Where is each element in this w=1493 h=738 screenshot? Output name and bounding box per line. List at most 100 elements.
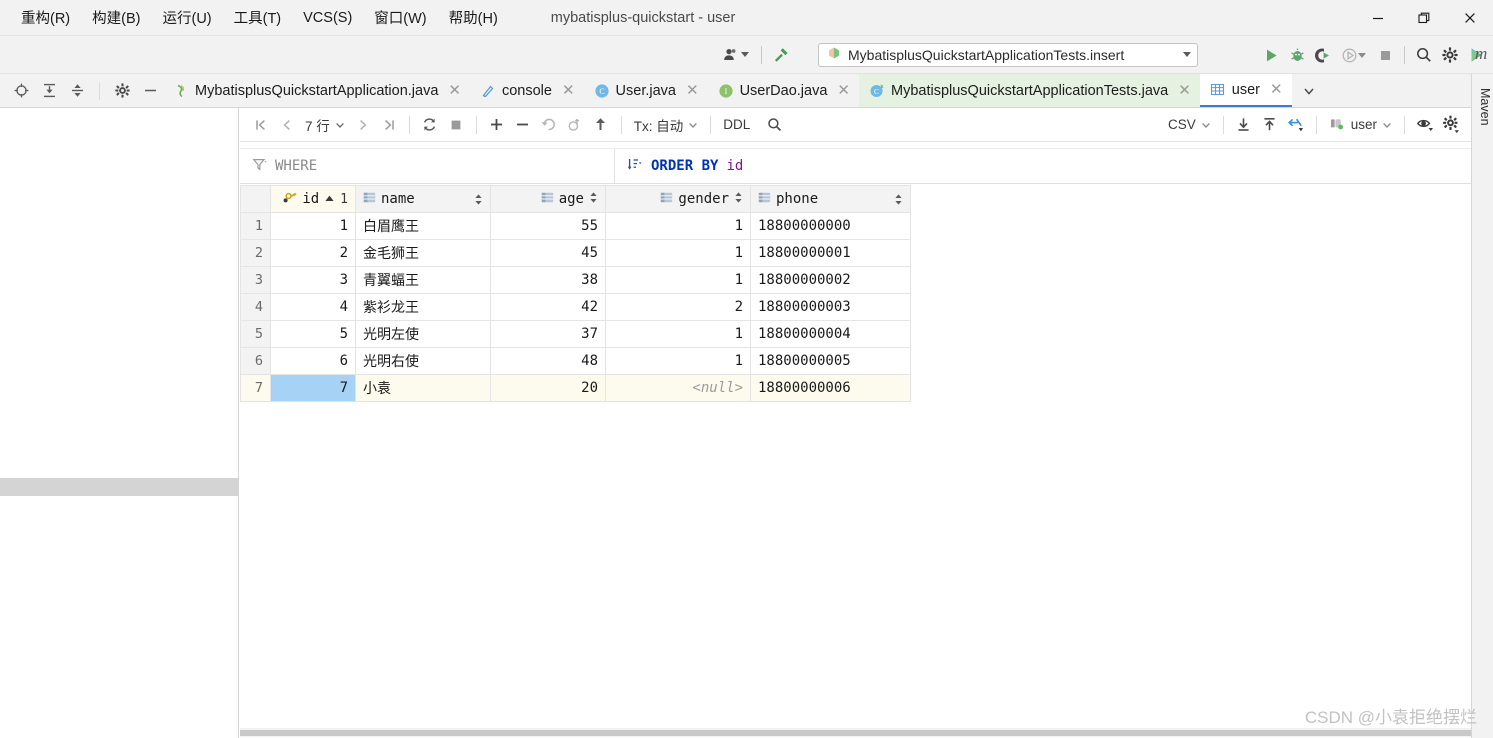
sort-icon[interactable]: [627, 157, 643, 176]
cell-name[interactable]: 光明右使: [355, 347, 491, 375]
hide-panel-icon[interactable]: [137, 78, 163, 104]
search-icon[interactable]: [761, 112, 787, 138]
cell-phone[interactable]: 18800000006: [750, 374, 911, 402]
menu-item-vcs[interactable]: VCS(S): [292, 6, 363, 30]
db-session-selector[interactable]: user: [1324, 112, 1397, 138]
tab-console[interactable]: console ✕: [470, 74, 584, 107]
sidebar-item-maven[interactable]: Maven: [1474, 88, 1492, 126]
cell-id[interactable]: 4: [270, 293, 356, 321]
maximize-button[interactable]: [1401, 0, 1447, 36]
export-data-icon[interactable]: [1231, 112, 1257, 138]
tab-user-table[interactable]: user ✕: [1199, 74, 1292, 107]
sort-toggle-icon[interactable]: [589, 191, 598, 208]
cell-gender[interactable]: 1: [605, 320, 751, 348]
cell-gender[interactable]: 1: [605, 239, 751, 267]
scrollbar-thumb[interactable]: [240, 730, 1471, 736]
next-page-icon[interactable]: [350, 112, 376, 138]
sort-toggle-icon[interactable]: [734, 191, 743, 208]
table-row[interactable]: 2 2 金毛狮王 45 1 18800000001: [240, 239, 911, 267]
run-with-coverage-icon[interactable]: [1310, 42, 1336, 68]
debug-icon[interactable]: [1284, 42, 1310, 68]
jump-to-console-icon[interactable]: [1283, 112, 1309, 138]
menu-item-window[interactable]: 窗口(W): [363, 3, 437, 32]
close-icon[interactable]: ✕: [562, 83, 575, 98]
tab-mybatisplus-quickstart-application-tests[interactable]: C MybatisplusQuickstartApplicationTests.…: [858, 74, 1200, 107]
settings-icon[interactable]: [109, 78, 135, 104]
chevron-down-icon[interactable]: [1183, 52, 1191, 57]
close-icon[interactable]: ✕: [1270, 82, 1283, 97]
cell-phone[interactable]: 18800000004: [750, 320, 911, 348]
cell-name[interactable]: 白眉鹰王: [355, 212, 491, 240]
close-icon[interactable]: ✕: [837, 83, 850, 98]
first-page-icon[interactable]: [248, 112, 274, 138]
menu-item-tools[interactable]: 工具(T): [223, 3, 293, 32]
menu-item-refactor[interactable]: 重构(R): [10, 3, 81, 32]
run-configuration-selector[interactable]: MybatisplusQuickstartApplicationTests.in…: [818, 42, 1198, 67]
cell-id[interactable]: 6: [270, 347, 356, 375]
column-header-age[interactable]: age: [490, 185, 606, 213]
cell-age[interactable]: 48: [490, 347, 606, 375]
sort-toggle-icon[interactable]: [474, 193, 483, 206]
add-row-icon[interactable]: [484, 112, 510, 138]
cell-age[interactable]: 55: [490, 212, 606, 240]
where-filter-input[interactable]: WHERE: [240, 149, 615, 183]
cell-id[interactable]: 2: [270, 239, 356, 267]
collapse-all-icon[interactable]: [64, 78, 90, 104]
search-everywhere-icon[interactable]: [1411, 42, 1437, 68]
menu-item-run[interactable]: 运行(U): [151, 3, 222, 32]
menu-item-build[interactable]: 构建(B): [81, 3, 151, 32]
column-header-gender[interactable]: gender: [605, 185, 751, 213]
row-count-selector[interactable]: 7 行: [300, 112, 350, 138]
tab-mybatisplus-quickstart-application[interactable]: MybatisplusQuickstartApplication.java ✕: [163, 74, 470, 107]
prev-page-icon[interactable]: [274, 112, 300, 138]
sort-asc-icon[interactable]: [324, 191, 335, 207]
expand-all-icon[interactable]: [36, 78, 62, 104]
table-row[interactable]: 6 6 光明右使 48 1 18800000005: [240, 347, 911, 375]
table-row[interactable]: 3 3 青翼蝠王 38 1 18800000002: [240, 266, 911, 294]
export-format-selector[interactable]: CSV: [1163, 114, 1216, 135]
close-icon[interactable]: ✕: [448, 83, 461, 98]
tabs-overflow-chevron-down-icon[interactable]: [1296, 78, 1322, 104]
minimize-button[interactable]: [1355, 0, 1401, 36]
locate-icon[interactable]: [8, 78, 34, 104]
cell-name[interactable]: 金毛狮王: [355, 239, 491, 267]
column-header-phone[interactable]: phone: [750, 185, 911, 213]
cell-age[interactable]: 38: [490, 266, 606, 294]
cell-id[interactable]: 5: [270, 320, 356, 348]
cell-name[interactable]: 光明左使: [355, 320, 491, 348]
cell-id-selected[interactable]: 7: [270, 374, 356, 402]
chevron-down-icon[interactable]: [1358, 52, 1366, 58]
tab-userdao-java[interactable]: I UserDao.java ✕: [708, 74, 859, 107]
submit-icon[interactable]: [588, 112, 614, 138]
close-icon[interactable]: ✕: [1178, 83, 1191, 98]
filter-icon[interactable]: [252, 157, 267, 176]
table-row[interactable]: 1 1 白眉鹰王 55 1 18800000000: [240, 212, 911, 240]
import-data-icon[interactable]: [1257, 112, 1283, 138]
cell-age[interactable]: 45: [490, 239, 606, 267]
cell-phone[interactable]: 18800000003: [750, 293, 911, 321]
table-row[interactable]: 5 5 光明左使 37 1 18800000004: [240, 320, 911, 348]
cell-name[interactable]: 紫衫龙王: [355, 293, 491, 321]
order-by-input[interactable]: ORDER BY id: [615, 149, 1472, 183]
column-header-id[interactable]: id 1: [270, 185, 356, 213]
stop-icon[interactable]: [443, 112, 469, 138]
ddl-button[interactable]: DDL: [718, 114, 755, 135]
cell-phone[interactable]: 18800000001: [750, 239, 911, 267]
tab-user-java[interactable]: C User.java ✕: [584, 74, 708, 107]
reload-icon[interactable]: [417, 112, 443, 138]
cell-age[interactable]: 37: [490, 320, 606, 348]
cell-age[interactable]: 20: [490, 374, 606, 402]
column-header-name[interactable]: name: [355, 185, 491, 213]
horizontal-scrollbar[interactable]: [240, 728, 1471, 737]
table-row[interactable]: 4 4 紫衫龙王 42 2 18800000003: [240, 293, 911, 321]
cell-gender[interactable]: 1: [605, 347, 751, 375]
cell-gender-null[interactable]: <null>: [605, 374, 751, 402]
build-hammer-icon[interactable]: [768, 42, 794, 68]
cell-id[interactable]: 3: [270, 266, 356, 294]
transaction-mode-selector[interactable]: Tx: 自动: [629, 112, 704, 138]
table-row-selected[interactable]: 7 7 小袁 20 <null> 18800000006: [240, 374, 911, 402]
chevron-down-icon[interactable]: [741, 52, 749, 57]
cell-phone[interactable]: 18800000005: [750, 347, 911, 375]
settings-icon[interactable]: [1437, 42, 1463, 68]
menu-item-help[interactable]: 帮助(H): [438, 3, 509, 32]
